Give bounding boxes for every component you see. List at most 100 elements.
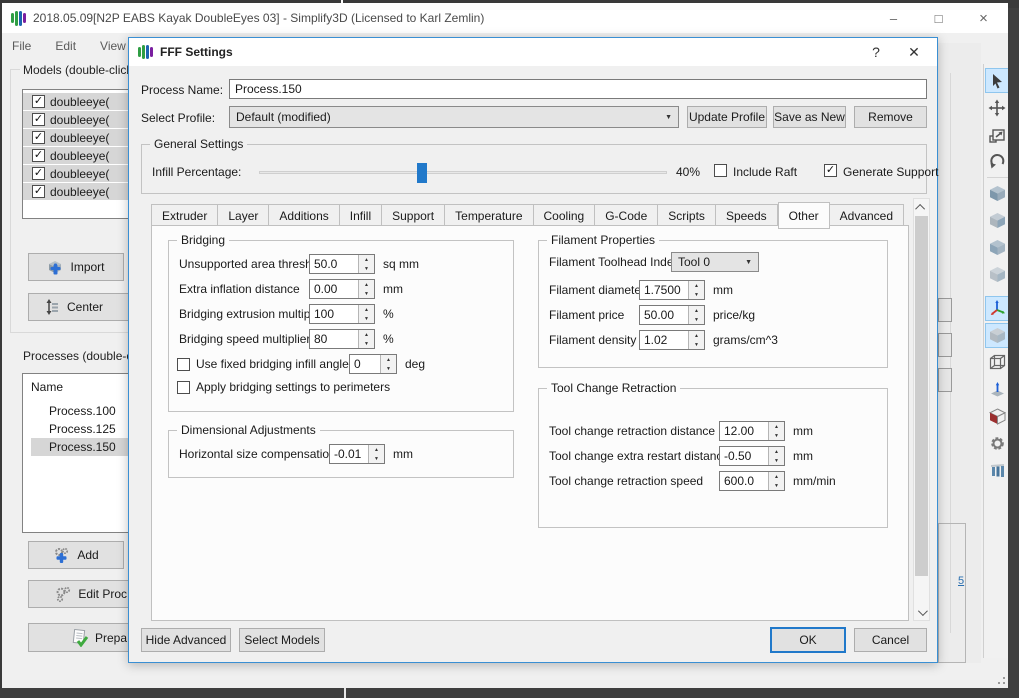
spin-up-icon: ▲ <box>359 305 374 314</box>
horizontal-size-compensation-spin[interactable]: -0.01▲▼ <box>329 444 385 464</box>
generate-support-checkbox[interactable]: ✓ <box>824 164 837 177</box>
machine-settings-tool[interactable] <box>985 431 1010 456</box>
model-list-item[interactable]: ✓ doubleeye( <box>23 93 131 110</box>
dialog-scrollbar[interactable] <box>913 198 930 621</box>
model-checkbox[interactable]: ✓ <box>32 95 45 108</box>
support-pillars-icon <box>988 461 1007 480</box>
dialog-close-button[interactable]: ✕ <box>895 38 933 66</box>
unit-label: mm <box>793 449 813 463</box>
cube-icon <box>988 184 1007 203</box>
menu-view[interactable]: View <box>100 39 126 53</box>
cube-icon <box>988 265 1007 284</box>
hide-advanced-button[interactable]: Hide Advanced <box>141 628 231 652</box>
filament-diameter-spin[interactable]: 1.7500▲▼ <box>639 280 705 300</box>
menu-file[interactable]: File <box>12 39 31 53</box>
ok-button[interactable]: OK <box>771 628 845 652</box>
view-cube-2-tool[interactable] <box>985 208 1010 233</box>
tab-other[interactable]: Other <box>778 202 830 229</box>
center-button[interactable]: Center <box>28 293 130 321</box>
scroll-down-button[interactable] <box>914 604 929 620</box>
filament-toolhead-dropdown[interactable]: Tool 0▼ <box>671 252 759 272</box>
surface-normal-tool[interactable] <box>985 377 1010 402</box>
unsupported-area-threshold-spin[interactable]: 50.0▲▼ <box>309 254 375 274</box>
spin-down-icon: ▼ <box>769 456 784 465</box>
import-button[interactable]: Import <box>28 253 124 281</box>
model-checkbox[interactable]: ✓ <box>32 131 45 144</box>
process-list-item[interactable]: Process.100 <box>31 402 131 420</box>
model-checkbox[interactable]: ✓ <box>32 149 45 162</box>
menu-edit[interactable]: Edit <box>55 39 76 53</box>
support-structures-tool[interactable] <box>985 458 1010 483</box>
fixed-bridging-angle-checkbox[interactable]: ✓ <box>177 358 190 371</box>
dialog-titlebar[interactable]: FFF Settings ? ✕ <box>129 38 937 66</box>
cross-section-cube-icon <box>988 407 1007 426</box>
select-cursor-tool[interactable] <box>985 68 1010 93</box>
add-process-button[interactable]: Add <box>28 541 124 569</box>
add-gears-icon <box>53 547 71 564</box>
infill-percentage-value: 40% <box>676 165 700 179</box>
infill-slider[interactable] <box>259 171 667 174</box>
unit-label: price/kg <box>713 308 755 322</box>
cancel-button[interactable]: Cancel <box>854 628 927 652</box>
tool-change-retraction-distance-spin[interactable]: 12.00▲▼ <box>719 421 785 441</box>
remove-profile-button[interactable]: Remove <box>854 106 927 128</box>
fff-settings-dialog: FFF Settings ? ✕ Process Name: Process.1… <box>128 37 938 663</box>
spin-up-icon: ▲ <box>381 355 396 364</box>
processes-list[interactable]: Name Process.100 Process.125 Process.150 <box>22 373 132 533</box>
model-checkbox[interactable]: ✓ <box>32 113 45 126</box>
models-list[interactable]: ✓ doubleeye( ✓ doubleeye( ✓ doubleeye( ✓… <box>22 89 132 219</box>
filament-price-spin[interactable]: 50.00▲▼ <box>639 305 705 325</box>
edit-process-button[interactable]: Edit Proc <box>28 580 132 608</box>
solid-model-tool[interactable] <box>985 323 1010 348</box>
select-models-button[interactable]: Select Models <box>239 628 325 652</box>
scroll-up-button[interactable] <box>914 199 929 215</box>
tool-change-extra-restart-spin[interactable]: -0.50▲▼ <box>719 446 785 466</box>
cross-section-tool[interactable] <box>985 404 1010 429</box>
minimize-button[interactable]: – <box>871 3 916 33</box>
tool-change-retraction-speed-spin[interactable]: 600.0▲▼ <box>719 471 785 491</box>
extra-inflation-distance-spin[interactable]: 0.00▲▼ <box>309 279 375 299</box>
process-list-item-selected[interactable]: Process.150 <box>31 438 129 456</box>
close-button[interactable]: × <box>961 3 1006 33</box>
model-checkbox[interactable]: ✓ <box>32 167 45 180</box>
view-cube-3-tool[interactable] <box>985 235 1010 260</box>
update-profile-button[interactable]: Update Profile <box>687 106 767 128</box>
include-raft-checkbox[interactable]: ✓ <box>714 164 727 177</box>
scale-tool[interactable] <box>985 122 1010 147</box>
dropdown-arrow-icon: ▼ <box>745 259 752 266</box>
apply-bridging-perimeters-label: Apply bridging settings to perimeters <box>196 380 390 394</box>
spin-up-icon: ▲ <box>359 255 374 264</box>
spin-up-icon: ▲ <box>359 280 374 289</box>
bridging-speed-multiplier-spin[interactable]: 80▲▼ <box>309 329 375 349</box>
model-list-item[interactable]: ✓ doubleeye( <box>23 183 131 200</box>
process-list-item[interactable]: Process.125 <box>31 420 131 438</box>
view-cube-1-tool[interactable] <box>985 181 1010 206</box>
view-cube-4-tool[interactable] <box>985 262 1010 287</box>
prepare-to-print-button[interactable]: Prepa <box>28 623 132 652</box>
model-list-item[interactable]: ✓ doubleeye( <box>23 111 131 128</box>
spin-up-icon: ▲ <box>769 472 784 481</box>
filament-diameter-label: Filament diameter <box>549 283 639 297</box>
model-list-item[interactable]: ✓ doubleeye( <box>23 129 131 146</box>
dialog-help-button[interactable]: ? <box>857 38 895 66</box>
model-checkbox[interactable]: ✓ <box>32 185 45 198</box>
rotate-tool[interactable] <box>985 149 1010 174</box>
model-list-item[interactable]: ✓ doubleeye( <box>23 147 131 164</box>
coordinate-axes-tool[interactable] <box>985 296 1010 321</box>
maximize-button[interactable]: □ <box>916 3 961 33</box>
background-panel-fragment: 5 <box>938 43 981 663</box>
bridging-extrusion-multiplier-spin[interactable]: 100▲▼ <box>309 304 375 324</box>
save-as-new-button[interactable]: Save as New <box>773 106 846 128</box>
model-list-item[interactable]: ✓ doubleeye( <box>23 165 131 182</box>
fixed-bridging-angle-spin[interactable]: 0▲▼ <box>349 354 397 374</box>
filament-density-spin[interactable]: 1.02▲▼ <box>639 330 705 350</box>
wireframe-tool[interactable] <box>985 350 1010 375</box>
chevron-up-icon <box>915 203 925 213</box>
scrollbar-thumb[interactable] <box>915 216 928 576</box>
move-tool[interactable] <box>985 95 1010 120</box>
apply-bridging-perimeters-checkbox[interactable]: ✓ <box>177 381 190 394</box>
process-name-input[interactable]: Process.150 <box>229 79 927 99</box>
profile-dropdown[interactable]: Default (modified) ▼ <box>229 106 679 128</box>
infill-slider-handle[interactable] <box>417 163 427 183</box>
include-raft-label: Include Raft <box>733 165 797 179</box>
